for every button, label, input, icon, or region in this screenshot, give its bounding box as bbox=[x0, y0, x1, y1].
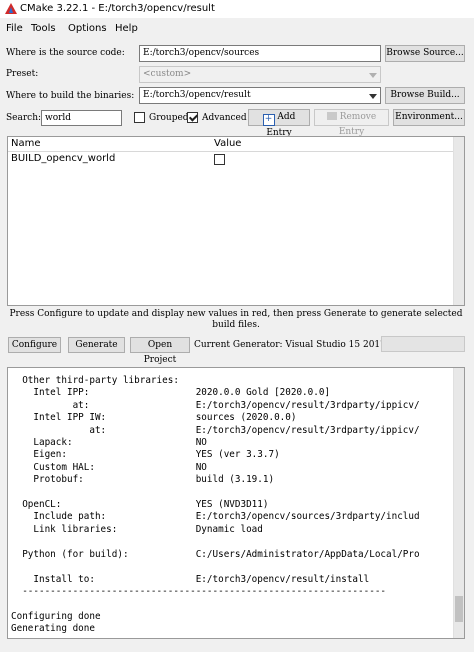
menu-tools[interactable]: Tools bbox=[31, 23, 56, 34]
search-input[interactable]: world bbox=[41, 110, 122, 126]
advanced-checkbox[interactable] bbox=[187, 112, 198, 123]
browse-source-button[interactable]: Browse Source... bbox=[385, 45, 465, 62]
output-console[interactable]: Other third-party libraries: Intel IPP: … bbox=[7, 367, 465, 639]
add-entry-button[interactable]: + Add Entry bbox=[248, 109, 310, 138]
current-generator: Current Generator: Visual Studio 15 2017 bbox=[194, 340, 386, 350]
console-text: Other third-party libraries: Intel IPP: … bbox=[11, 375, 420, 635]
preset-label: Preset: bbox=[6, 69, 39, 79]
source-path-input[interactable]: E:/torch3/opencv/sources bbox=[139, 45, 381, 62]
menu-file[interactable]: File bbox=[6, 23, 23, 34]
hint-line-2: build files. bbox=[212, 320, 260, 330]
column-value[interactable]: Value bbox=[214, 138, 241, 149]
window-title: CMake 3.22.1 - E:/torch3/opencv/result bbox=[20, 3, 215, 14]
grouped-checkbox[interactable] bbox=[134, 112, 145, 123]
preset-select[interactable]: <custom> bbox=[139, 66, 381, 83]
chevron-down-icon bbox=[369, 94, 377, 99]
title-bar: CMake 3.22.1 - E:/torch3/opencv/result bbox=[0, 0, 474, 18]
advanced-label: Advanced bbox=[202, 113, 247, 123]
menu-options[interactable]: Options bbox=[68, 23, 107, 34]
menu-help[interactable]: Help bbox=[115, 23, 138, 34]
build-path-value: E:/torch3/opencv/result bbox=[143, 90, 251, 100]
column-name[interactable]: Name bbox=[11, 138, 41, 149]
build-path-input[interactable]: E:/torch3/opencv/result bbox=[139, 87, 381, 104]
open-project-button[interactable]: Open Project bbox=[130, 337, 190, 365]
preset-value: <custom> bbox=[143, 69, 192, 79]
remove-entry-button[interactable]: Remove Entry bbox=[314, 109, 389, 137]
source-label: Where is the source code: bbox=[6, 48, 125, 58]
remove-entry-label: Remove Entry bbox=[338, 112, 377, 137]
cmake-logo-icon bbox=[5, 3, 17, 14]
build-label: Where to build the binaries: bbox=[6, 91, 135, 101]
menu-bar: File Tools Options Help bbox=[0, 21, 474, 37]
generate-button[interactable]: Generate bbox=[68, 337, 125, 353]
entry-value-checkbox[interactable] bbox=[214, 154, 225, 165]
source-path-value: E:/torch3/opencv/sources bbox=[143, 48, 260, 58]
console-scrollbar[interactable] bbox=[453, 368, 464, 638]
scroll-thumb[interactable] bbox=[455, 596, 463, 622]
table-row[interactable]: BUILD_opencv_world bbox=[8, 152, 454, 166]
search-label: Search: bbox=[6, 113, 42, 123]
progress-bar bbox=[381, 336, 465, 352]
entry-name: BUILD_opencv_world bbox=[11, 153, 116, 164]
cache-table: Name Value BUILD_opencv_world bbox=[7, 136, 465, 306]
chevron-down-icon bbox=[369, 73, 377, 78]
environment-button[interactable]: Environment... bbox=[393, 109, 465, 126]
configure-button[interactable]: Configure bbox=[8, 337, 61, 353]
browse-build-button[interactable]: Browse Build... bbox=[385, 87, 465, 104]
plus-icon: + bbox=[262, 114, 275, 126]
search-value: world bbox=[45, 113, 72, 123]
remove-icon bbox=[326, 112, 337, 120]
hint-text: Press Configure to update and display ne… bbox=[7, 309, 465, 331]
hint-line-1: Press Configure to update and display ne… bbox=[9, 309, 463, 319]
table-header: Name Value bbox=[8, 137, 464, 152]
table-scrollbar[interactable] bbox=[453, 137, 464, 305]
grouped-label: Grouped bbox=[149, 113, 189, 123]
